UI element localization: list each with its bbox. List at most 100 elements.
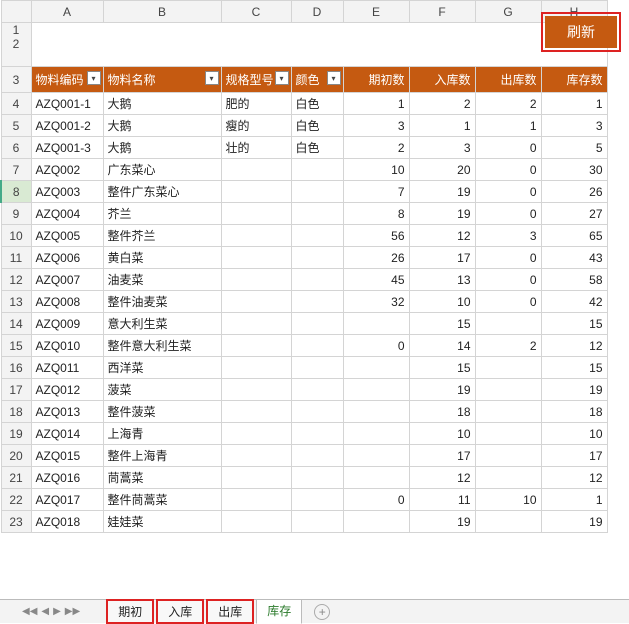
col-header[interactable]: G — [475, 1, 541, 23]
cell[interactable]: 56 — [343, 225, 409, 247]
cell[interactable] — [291, 445, 343, 467]
cell[interactable]: 12 — [541, 335, 607, 357]
row-header[interactable]: 17 — [1, 379, 31, 401]
cell[interactable]: 15 — [541, 357, 607, 379]
filter-icon[interactable]: ▾ — [327, 71, 341, 85]
cell[interactable] — [291, 335, 343, 357]
cell[interactable]: AZQ005 — [31, 225, 103, 247]
cell[interactable] — [291, 511, 343, 533]
cell[interactable] — [343, 445, 409, 467]
cell[interactable]: 壮的 — [221, 137, 291, 159]
row-header[interactable]: 16 — [1, 357, 31, 379]
cell[interactable] — [291, 159, 343, 181]
cell[interactable]: 西洋菜 — [103, 357, 221, 379]
cell[interactable]: 20 — [409, 159, 475, 181]
header-cell[interactable]: 物料名称▾ — [103, 67, 221, 93]
cell[interactable]: 大鹅 — [103, 93, 221, 115]
row-header[interactable]: 3 — [1, 67, 31, 93]
cell[interactable]: 18 — [409, 401, 475, 423]
cell[interactable] — [475, 401, 541, 423]
col-header[interactable]: C — [221, 1, 291, 23]
sheet-tab[interactable]: 库存 — [256, 599, 302, 624]
cell[interactable] — [221, 445, 291, 467]
cell[interactable]: AZQ010 — [31, 335, 103, 357]
cell[interactable] — [221, 489, 291, 511]
cell[interactable] — [221, 159, 291, 181]
cell[interactable] — [475, 467, 541, 489]
cell[interactable]: 17 — [541, 445, 607, 467]
row-header[interactable]: 9 — [1, 203, 31, 225]
cell[interactable]: AZQ013 — [31, 401, 103, 423]
cell[interactable] — [475, 511, 541, 533]
cell[interactable]: 17 — [409, 247, 475, 269]
cell[interactable] — [221, 247, 291, 269]
cell[interactable]: 0 — [475, 181, 541, 203]
cell[interactable]: 整件意大利生菜 — [103, 335, 221, 357]
cell[interactable]: 大鹅 — [103, 115, 221, 137]
cell[interactable]: 10 — [475, 489, 541, 511]
cell[interactable]: 整件茼蒿菜 — [103, 489, 221, 511]
cell[interactable] — [221, 335, 291, 357]
nav-next-icon[interactable]: ▶ — [53, 606, 61, 617]
cell[interactable]: 整件广东菜心 — [103, 181, 221, 203]
cell[interactable]: 白色 — [291, 93, 343, 115]
cell[interactable]: 0 — [475, 291, 541, 313]
cell[interactable]: 0 — [475, 137, 541, 159]
cell[interactable] — [291, 489, 343, 511]
cell[interactable]: AZQ018 — [31, 511, 103, 533]
cell[interactable]: AZQ002 — [31, 159, 103, 181]
cell[interactable]: AZQ001-1 — [31, 93, 103, 115]
cell[interactable]: 12 — [541, 467, 607, 489]
cell[interactable]: 10 — [409, 423, 475, 445]
cell[interactable]: AZQ004 — [31, 203, 103, 225]
cell[interactable]: AZQ001-2 — [31, 115, 103, 137]
cell[interactable]: 0 — [475, 269, 541, 291]
cell[interactable]: 茼蒿菜 — [103, 467, 221, 489]
cell[interactable]: AZQ001-3 — [31, 137, 103, 159]
cell[interactable] — [221, 269, 291, 291]
cell[interactable]: 19 — [409, 203, 475, 225]
cell[interactable]: AZQ014 — [31, 423, 103, 445]
cell[interactable] — [343, 379, 409, 401]
cell[interactable]: 15 — [409, 313, 475, 335]
cell[interactable]: 广东菜心 — [103, 159, 221, 181]
cell[interactable] — [343, 467, 409, 489]
cell[interactable] — [291, 269, 343, 291]
row-header[interactable]: 4 — [1, 93, 31, 115]
cell[interactable]: 白色 — [291, 137, 343, 159]
cell[interactable]: 14 — [409, 335, 475, 357]
cell[interactable]: 15 — [409, 357, 475, 379]
row-header[interactable]: 18 — [1, 401, 31, 423]
cell[interactable]: 15 — [541, 313, 607, 335]
cell[interactable]: 0 — [475, 203, 541, 225]
sheet-tab[interactable]: 入库 — [156, 599, 204, 624]
cell[interactable]: 19 — [541, 379, 607, 401]
row-header[interactable]: 11 — [1, 247, 31, 269]
cell[interactable]: 0 — [475, 247, 541, 269]
cell[interactable]: 32 — [343, 291, 409, 313]
cell[interactable] — [291, 247, 343, 269]
header-cell[interactable]: 期初数 — [343, 67, 409, 93]
cell[interactable]: 26 — [343, 247, 409, 269]
cell[interactable] — [221, 181, 291, 203]
cell[interactable]: 意大利生菜 — [103, 313, 221, 335]
cell[interactable]: 19 — [541, 511, 607, 533]
cell[interactable] — [221, 357, 291, 379]
cell[interactable] — [475, 379, 541, 401]
cell[interactable] — [221, 291, 291, 313]
cell[interactable] — [221, 379, 291, 401]
row-header[interactable]: 13 — [1, 291, 31, 313]
cell[interactable]: 19 — [409, 181, 475, 203]
cell[interactable]: 0 — [475, 159, 541, 181]
cell[interactable] — [475, 313, 541, 335]
cell[interactable]: 8 — [343, 203, 409, 225]
cell[interactable]: 5 — [541, 137, 607, 159]
cell[interactable]: 1 — [541, 93, 607, 115]
cell[interactable]: 整件菠菜 — [103, 401, 221, 423]
cell[interactable]: 26 — [541, 181, 607, 203]
cell[interactable]: 11 — [409, 489, 475, 511]
cell[interactable] — [475, 445, 541, 467]
cell[interactable] — [221, 313, 291, 335]
cell[interactable]: 58 — [541, 269, 607, 291]
header-cell[interactable]: 入库数 — [409, 67, 475, 93]
